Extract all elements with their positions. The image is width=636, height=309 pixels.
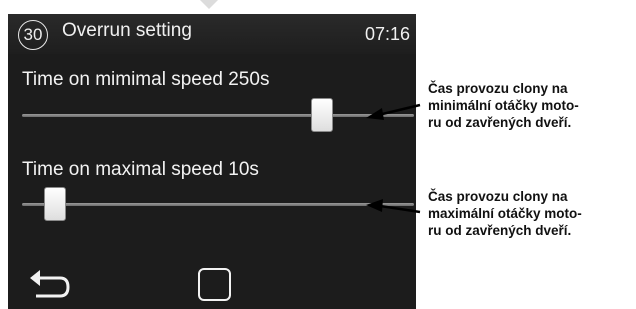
screen-number-badge: 30 <box>18 20 48 50</box>
max-speed-slider-thumb[interactable] <box>44 187 67 221</box>
device-screen: 30 Overrun setting 07:16 Time on mimimal… <box>8 14 416 309</box>
ok-button[interactable] <box>198 268 231 301</box>
title-bar: 30 Overrun setting 07:16 <box>8 14 416 54</box>
clock: 07:16 <box>364 24 410 44</box>
screen-title: Overrun setting <box>62 20 192 41</box>
min-speed-time-label: Time on mimimal speed 250s <box>22 69 270 90</box>
max-speed-time-label: Time on maximal speed 10s <box>22 159 259 180</box>
back-button[interactable] <box>26 266 76 306</box>
annotation-max-speed: Čas provozu clony na maximální otáčky mo… <box>428 189 582 238</box>
min-speed-slider-track[interactable] <box>22 114 414 117</box>
back-arrow-icon <box>30 270 70 298</box>
annotation-min-speed: Čas provozu clony na minimální otáčky mo… <box>428 81 579 130</box>
top-notch-marker <box>200 0 218 9</box>
min-speed-slider-thumb[interactable] <box>310 98 333 132</box>
max-speed-slider-track[interactable] <box>22 203 414 206</box>
